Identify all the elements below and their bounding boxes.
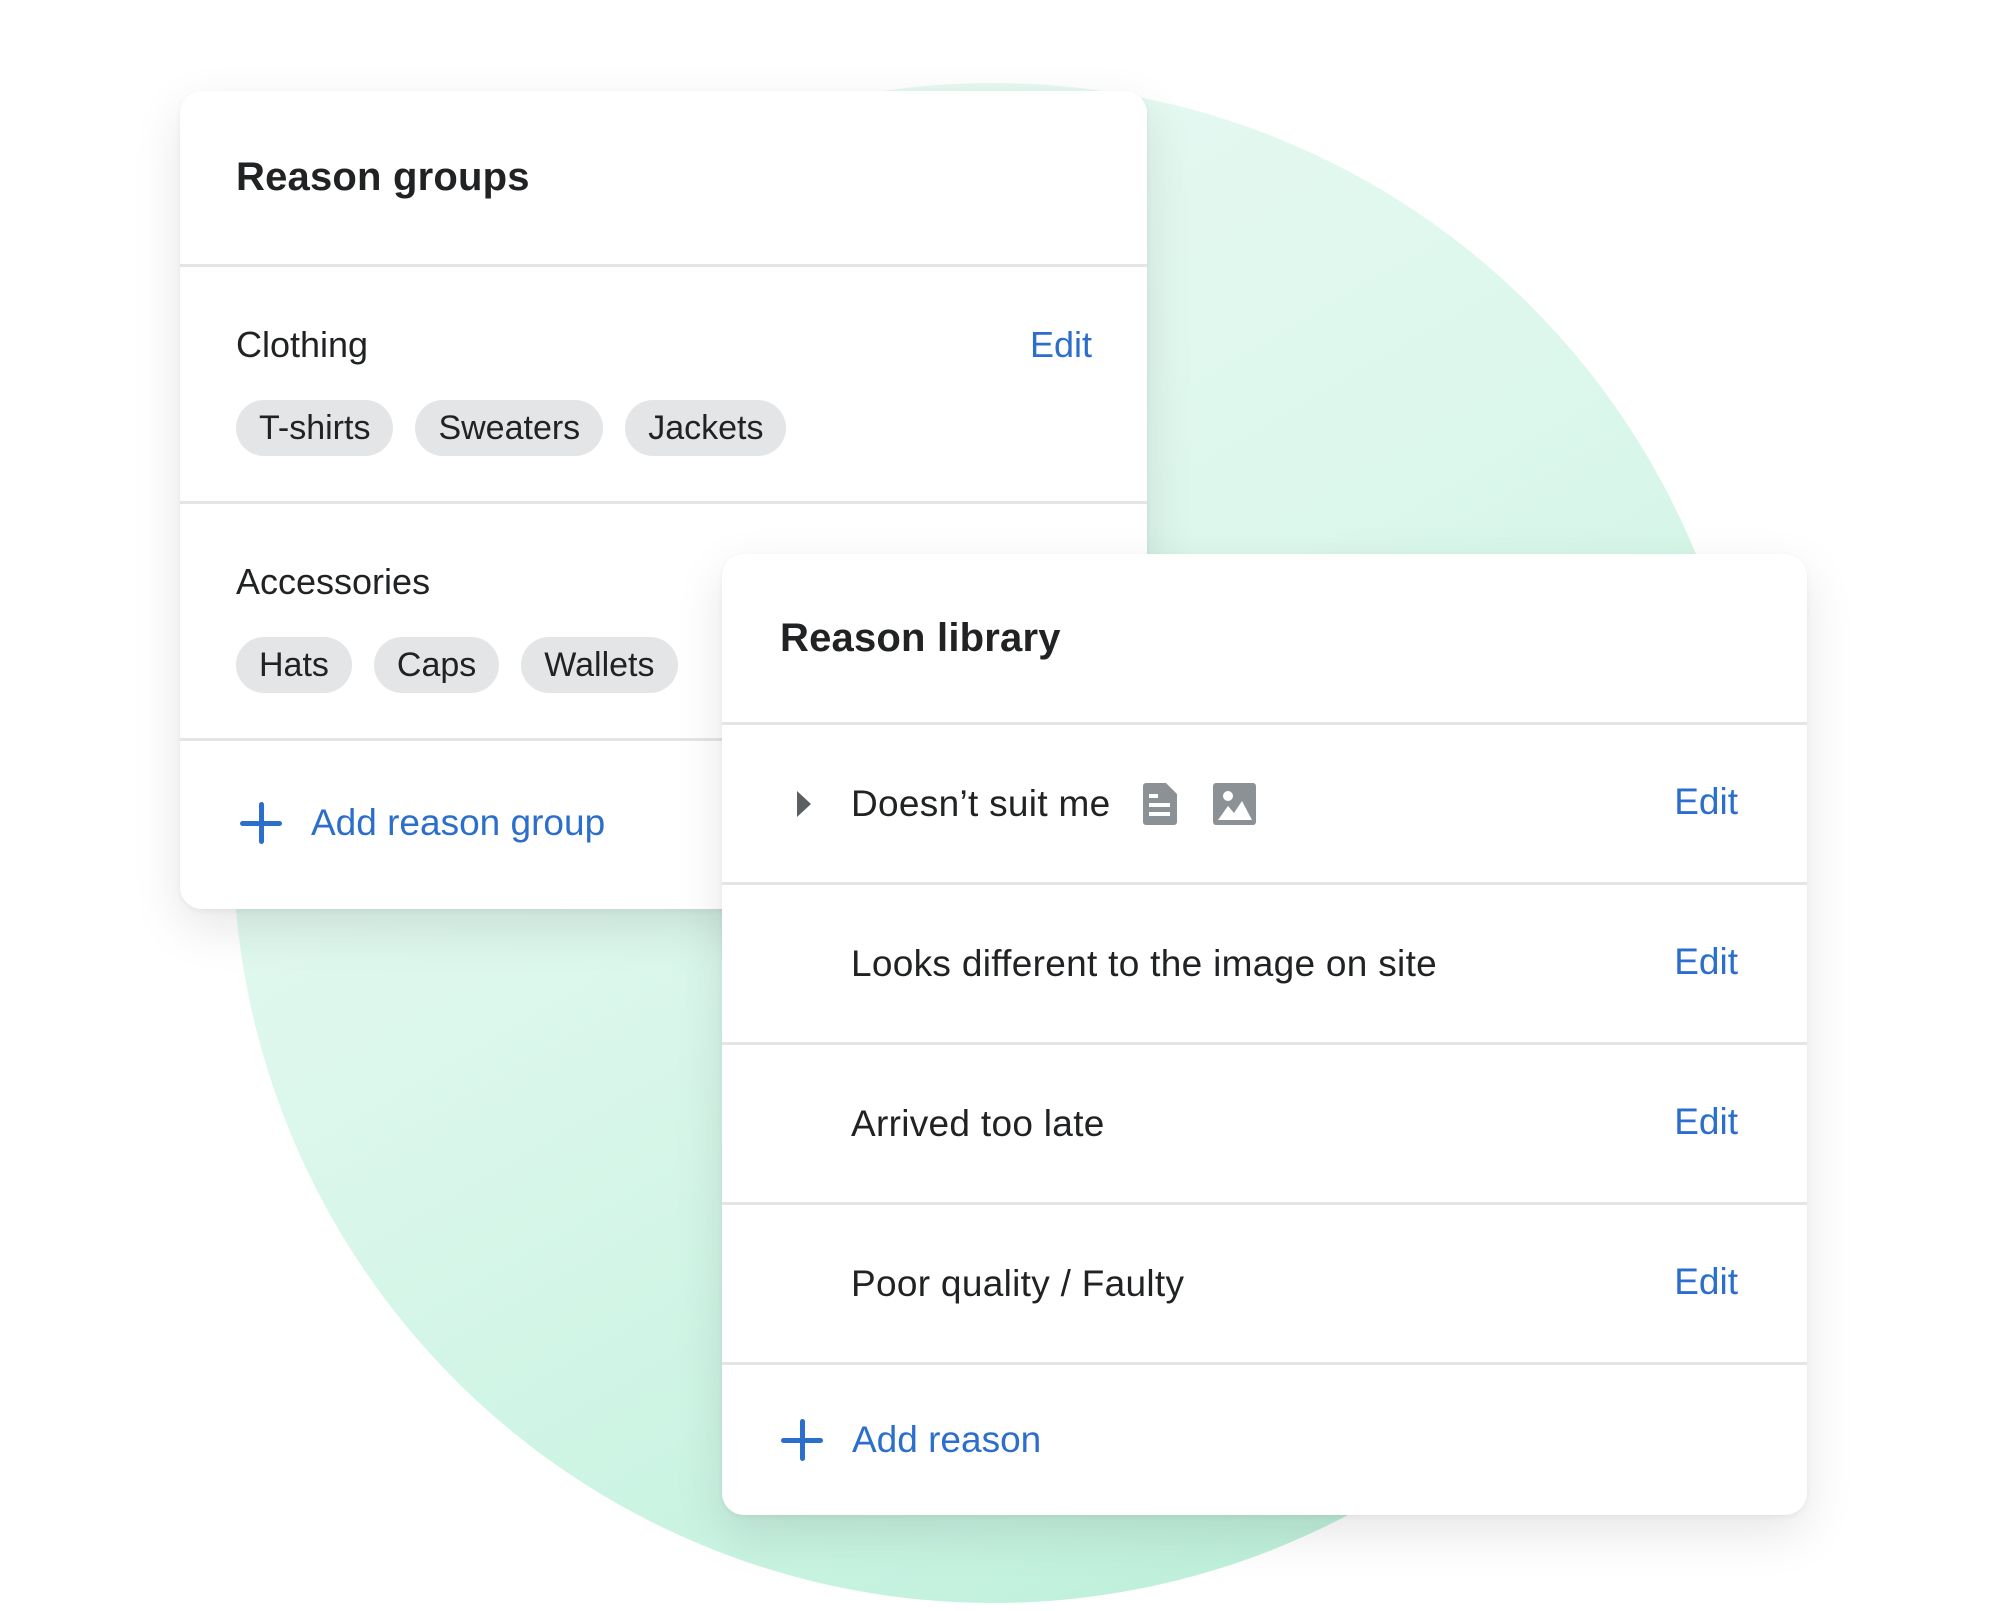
reason-library-card: Reason library Doesn’t suit me Edit Look… (722, 554, 1807, 1515)
tag-chip: Wallets (521, 637, 678, 693)
tag-chip: Caps (373, 637, 500, 693)
image-icon (1212, 782, 1256, 825)
add-reason-button[interactable]: Add reason (722, 1365, 1807, 1515)
reason-groups-title: Reason groups (236, 155, 530, 199)
group-row-clothing: Clothing Edit T-shirts Sweaters Jackets (180, 267, 1147, 504)
caret-right-icon[interactable] (797, 790, 811, 817)
reason-row: Arrived too late Edit (722, 1045, 1807, 1205)
reason-row: Doesn’t suit me Edit (722, 725, 1807, 885)
edit-reason-button[interactable]: Edit (1674, 1101, 1738, 1143)
reason-row: Poor quality / Faulty Edit (722, 1205, 1807, 1365)
reason-label: Arrived too late (851, 1102, 1105, 1144)
edit-reason-button[interactable]: Edit (1674, 1261, 1738, 1303)
edit-reason-button[interactable]: Edit (1674, 781, 1738, 823)
document-icon (1142, 782, 1177, 825)
tag-chip: Hats (236, 637, 352, 693)
reason-groups-header: Reason groups (180, 91, 1147, 267)
tag-chip: Sweaters (415, 400, 604, 456)
reason-label: Poor quality / Faulty (851, 1262, 1185, 1304)
tag-chip: T-shirts (236, 400, 394, 456)
reason-label: Doesn’t suit me (851, 782, 1111, 824)
reason-library-title: Reason library (780, 615, 1061, 660)
stage: Reason groups Clothing Edit T-shirts Swe… (0, 0, 2000, 1611)
reason-label: Looks different to the image on site (851, 942, 1438, 984)
tag-chip: Jackets (625, 400, 787, 456)
group-name: Accessories (236, 561, 431, 602)
reason-library-header: Reason library (722, 554, 1807, 725)
add-reason-label: Add reason (852, 1419, 1042, 1460)
plus-icon (240, 802, 282, 844)
reason-row: Looks different to the image on site Edi… (722, 885, 1807, 1045)
add-reason-group-label: Add reason group (311, 802, 606, 843)
group-name: Clothing (236, 324, 369, 365)
plus-icon (781, 1419, 823, 1461)
edit-reason-button[interactable]: Edit (1674, 941, 1738, 983)
tag-list: T-shirts Sweaters Jackets (236, 400, 1092, 456)
reason-attachment-icons (1142, 782, 1256, 825)
edit-group-button[interactable]: Edit (1030, 324, 1092, 366)
